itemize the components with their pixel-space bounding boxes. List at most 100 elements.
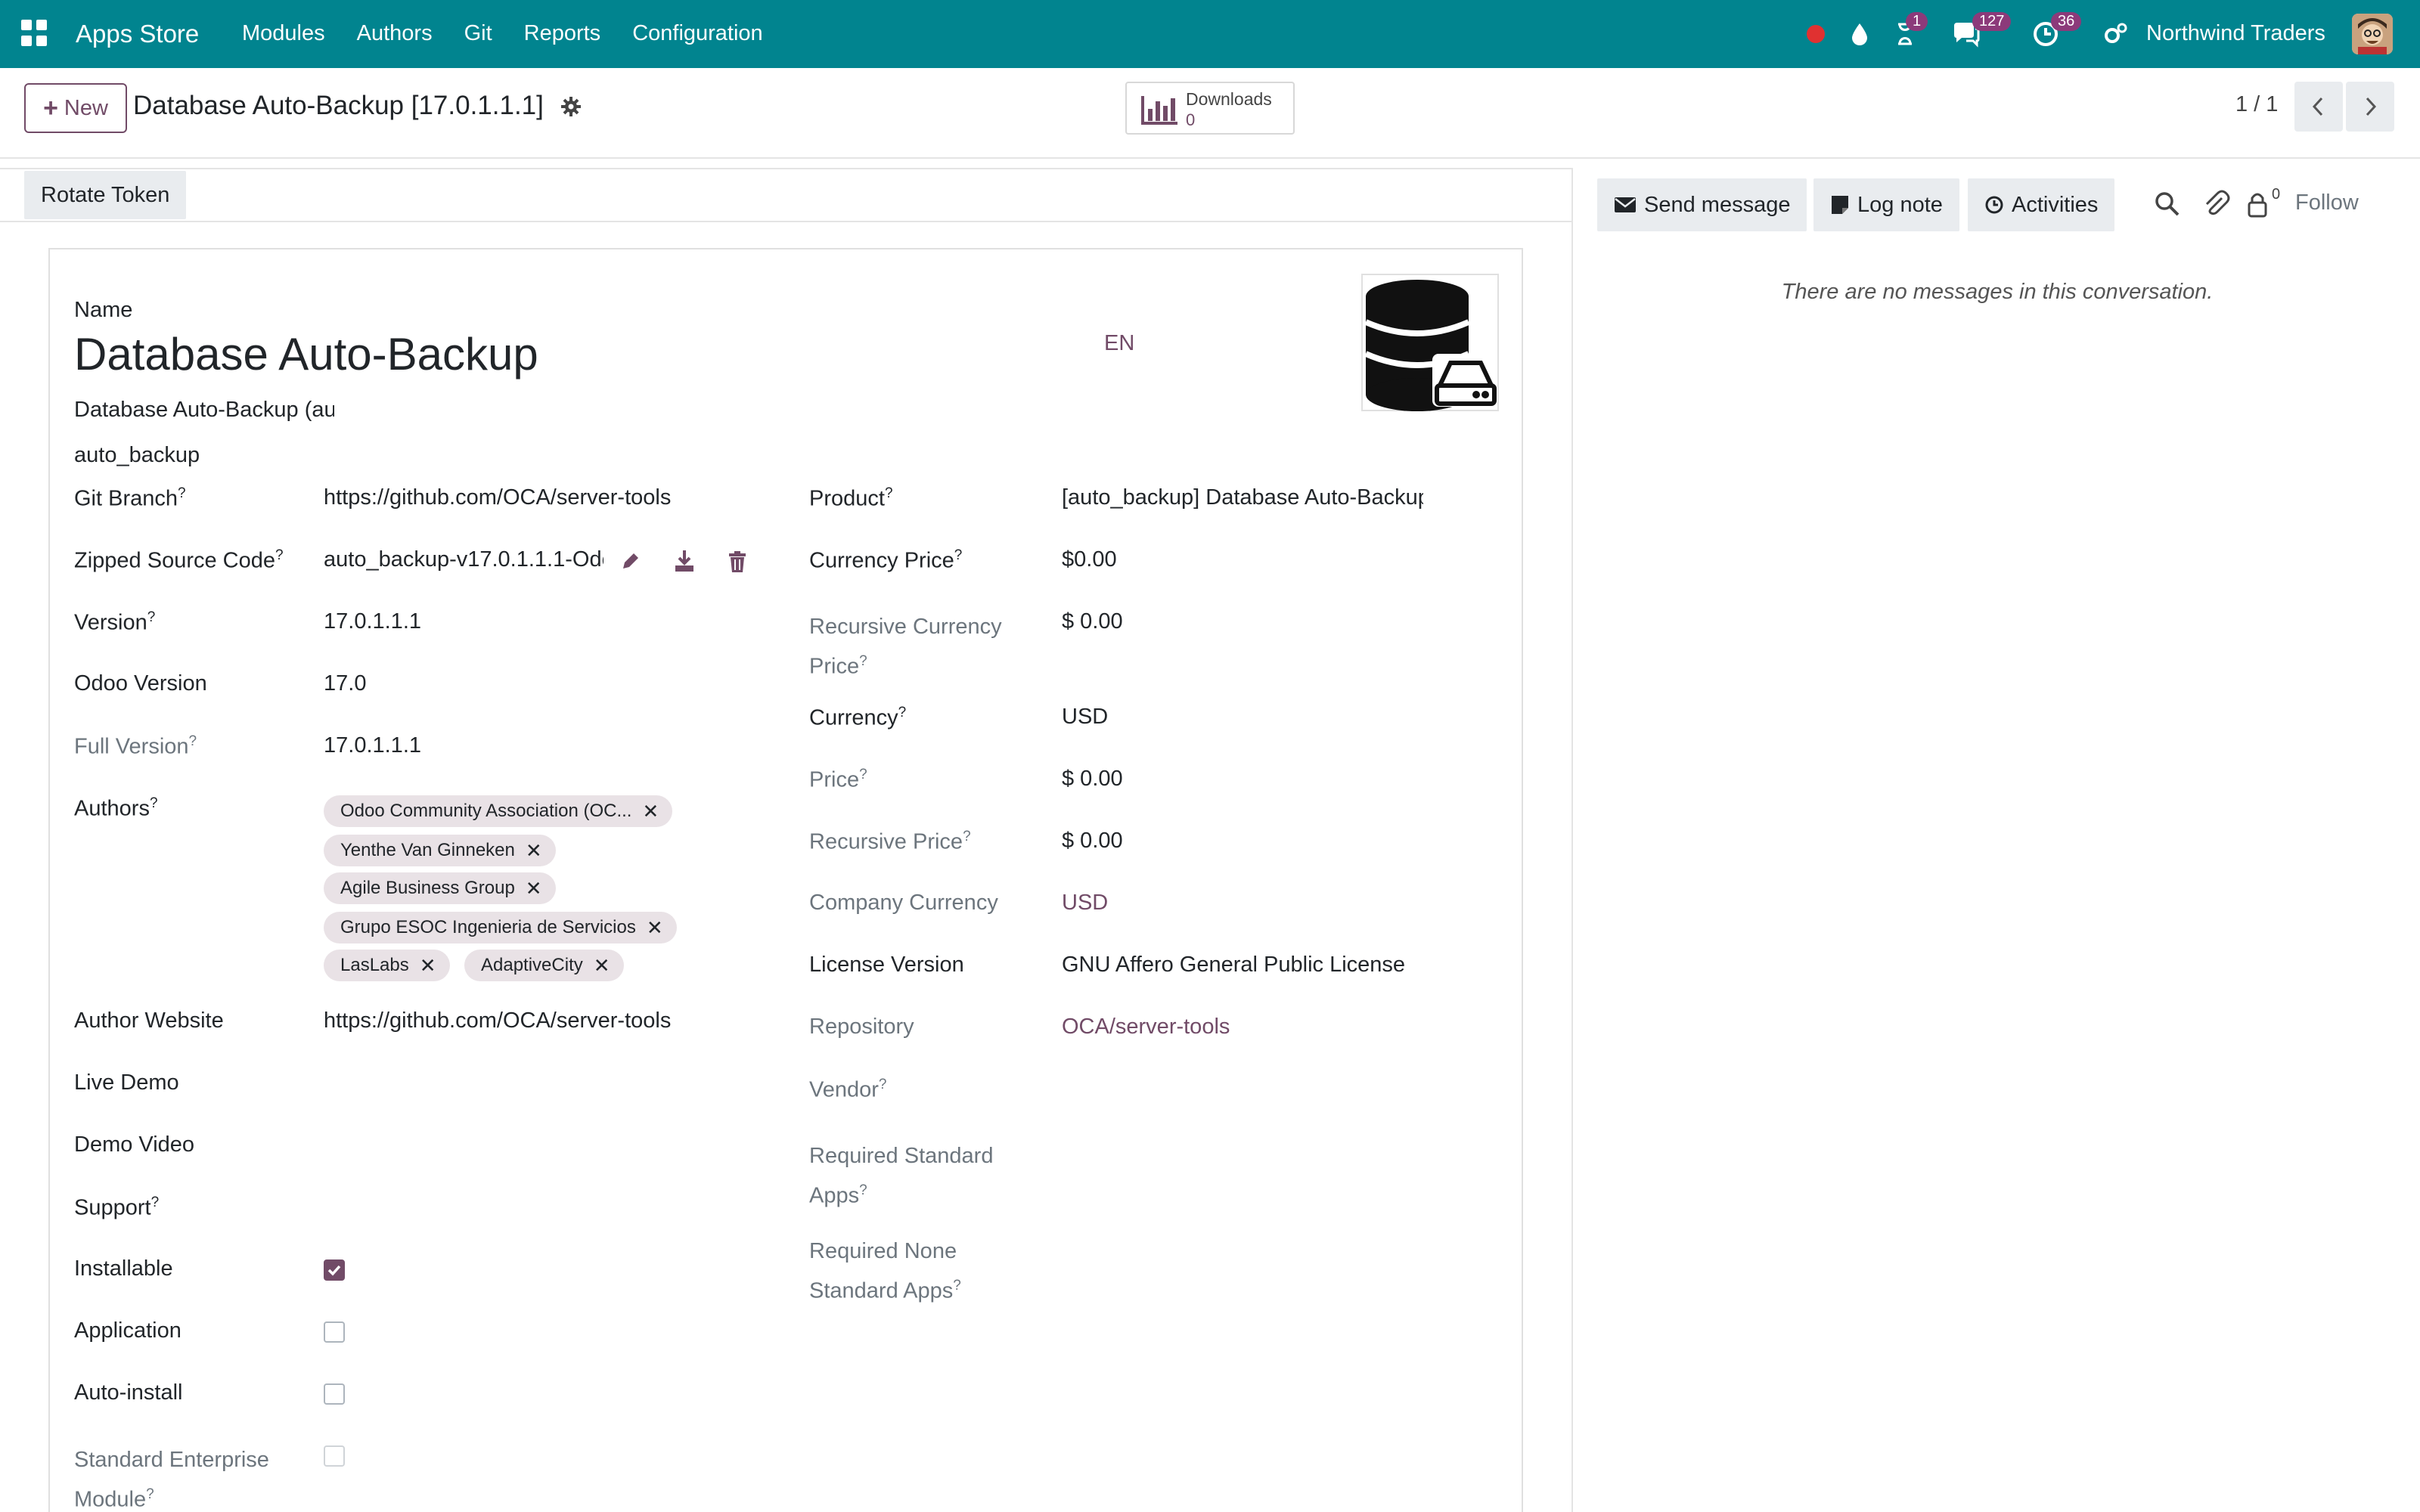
help-icon[interactable]: ?: [146, 1486, 154, 1502]
close-icon[interactable]: ✕: [647, 916, 663, 940]
new-button-label: New: [64, 95, 108, 120]
full-version-field: 17.0.1.1.1: [324, 733, 421, 758]
send-message-button[interactable]: Send message: [1597, 178, 1807, 231]
record-dot-icon[interactable]: [1801, 20, 1830, 48]
company-switcher[interactable]: Northwind Traders: [2146, 21, 2325, 46]
currency-field[interactable]: USD: [1062, 705, 1108, 730]
user-avatar[interactable]: [2352, 14, 2393, 54]
pager-previous-button[interactable]: [2294, 82, 2343, 132]
license-version-label: License Version: [809, 953, 964, 977]
trash-icon[interactable]: [728, 550, 747, 573]
recursive-price-field: $ 0.00: [1062, 829, 1123, 853]
activity-hourglass[interactable]: 1: [1891, 12, 1928, 48]
author-tag[interactable]: AdaptiveCity ✕: [464, 950, 624, 981]
zipped-source-label-text: Zipped Source Code: [74, 548, 275, 573]
control-panel: + New Database Auto-Backup [17.0.1.1.1] …: [0, 68, 2420, 159]
help-icon[interactable]: ?: [150, 795, 158, 811]
auto-install-checkbox[interactable]: [324, 1383, 345, 1405]
currency-label: Currency?: [809, 705, 906, 731]
menu-modules[interactable]: Modules: [242, 21, 325, 46]
repository-link[interactable]: OCA/server-tools: [1062, 1015, 1230, 1040]
author-tag-label: LasLabs: [340, 955, 409, 975]
help-icon[interactable]: ?: [859, 653, 867, 669]
apps-menu-icon[interactable]: [21, 20, 48, 47]
help-icon[interactable]: ?: [898, 705, 907, 720]
menu-authors[interactable]: Authors: [357, 21, 433, 46]
activities-label: Activities: [2012, 192, 2099, 217]
messaging-menu[interactable]: 127: [1951, 12, 2012, 48]
odoo-version-field[interactable]: 17.0: [324, 671, 366, 696]
water-drop-icon[interactable]: [1845, 20, 1874, 48]
paperclip-icon[interactable]: [2201, 189, 2231, 219]
downloads-smart-button[interactable]: Downloads 0: [1125, 82, 1295, 135]
summary-field[interactable]: Database Auto-Backup (auto_backup): [74, 398, 334, 423]
version-field[interactable]: 17.0.1.1.1: [324, 609, 421, 634]
product-field[interactable]: [auto_backup] Database Auto-Backup: [1062, 485, 1423, 510]
help-icon[interactable]: ?: [151, 1194, 160, 1210]
installable-label: Installable: [74, 1256, 173, 1281]
pager-next-button[interactable]: [2346, 82, 2394, 132]
author-tag[interactable]: Grupo ESOC Ingenieria de Servicios ✕: [324, 912, 677, 943]
technical-name-field[interactable]: auto_backup: [74, 443, 200, 468]
git-branch-field[interactable]: https://github.com/OCA/server-tools: [324, 485, 671, 510]
help-icon[interactable]: ?: [275, 547, 284, 563]
price-label-text: Price: [809, 767, 860, 792]
module-image[interactable]: [1361, 274, 1499, 411]
application-checkbox[interactable]: [324, 1321, 345, 1343]
help-icon[interactable]: ?: [859, 1182, 867, 1198]
help-icon[interactable]: ?: [953, 1278, 961, 1294]
app-brand[interactable]: Apps Store: [76, 20, 199, 48]
name-label: Name: [74, 298, 133, 322]
pencil-icon[interactable]: [619, 550, 641, 573]
plus-icon: +: [43, 94, 58, 122]
help-icon[interactable]: ?: [879, 1077, 887, 1092]
close-icon[interactable]: ✕: [642, 800, 659, 823]
language-toggle[interactable]: EN: [1104, 331, 1134, 356]
menu-git[interactable]: Git: [464, 21, 492, 46]
rotate-token-button[interactable]: Rotate Token: [24, 171, 187, 219]
close-icon[interactable]: ✕: [420, 954, 436, 978]
module-name-field[interactable]: Database Auto-Backup: [74, 328, 538, 380]
author-tag[interactable]: LasLabs ✕: [324, 950, 450, 981]
menu-configuration[interactable]: Configuration: [632, 21, 763, 46]
log-note-button[interactable]: Log note: [1813, 178, 1959, 231]
settings-gears-icon[interactable]: [2101, 20, 2130, 48]
new-button[interactable]: + New: [24, 83, 127, 133]
lock-icon[interactable]: [2243, 189, 2273, 219]
help-icon[interactable]: ?: [178, 485, 186, 501]
author-website-field[interactable]: https://github.com/OCA/server-tools: [324, 1009, 671, 1033]
author-tag[interactable]: Yenthe Van Ginneken ✕: [324, 835, 556, 866]
download-icon[interactable]: [673, 549, 696, 573]
chevron-right-icon: [2366, 97, 2377, 116]
help-icon[interactable]: ?: [954, 547, 963, 563]
close-icon[interactable]: ✕: [594, 954, 610, 978]
help-icon[interactable]: ?: [859, 767, 867, 782]
menu-reports[interactable]: Reports: [524, 21, 601, 46]
help-icon[interactable]: ?: [885, 485, 893, 501]
currency-price-field[interactable]: $0.00: [1062, 547, 1117, 572]
authors-label-text: Authors: [74, 796, 150, 821]
follow-button[interactable]: Follow: [2295, 191, 2359, 215]
author-tag[interactable]: Agile Business Group ✕: [324, 872, 556, 904]
live-demo-label: Live Demo: [74, 1070, 179, 1095]
activities-button[interactable]: Activities: [1968, 178, 2115, 231]
close-icon[interactable]: ✕: [526, 877, 542, 900]
gear-icon[interactable]: [560, 95, 582, 118]
company-currency-link[interactable]: USD: [1062, 891, 1108, 916]
help-icon[interactable]: ?: [963, 829, 971, 844]
license-version-field[interactable]: GNU Affero General Public License: [1062, 953, 1405, 978]
downloads-value: 0: [1186, 110, 1196, 129]
zipped-source-label: Zipped Source Code?: [74, 547, 284, 574]
zipped-source-field[interactable]: auto_backup-v17.0.1.1.1-Odoo: [324, 547, 603, 572]
clock-badge: 36: [2051, 12, 2082, 31]
author-tag[interactable]: Odoo Community Association (OC... ✕: [324, 795, 673, 827]
search-icon[interactable]: [2152, 189, 2183, 219]
installable-checkbox[interactable]: [324, 1259, 345, 1281]
help-icon[interactable]: ?: [189, 733, 197, 749]
repository-label: Repository: [809, 1015, 914, 1039]
clock-menu[interactable]: 36: [2031, 12, 2082, 48]
help-icon[interactable]: ?: [147, 609, 156, 625]
demo-video-label: Demo Video: [74, 1132, 195, 1157]
close-icon[interactable]: ✕: [526, 839, 542, 863]
pager-value[interactable]: 1 / 1: [2235, 92, 2278, 117]
